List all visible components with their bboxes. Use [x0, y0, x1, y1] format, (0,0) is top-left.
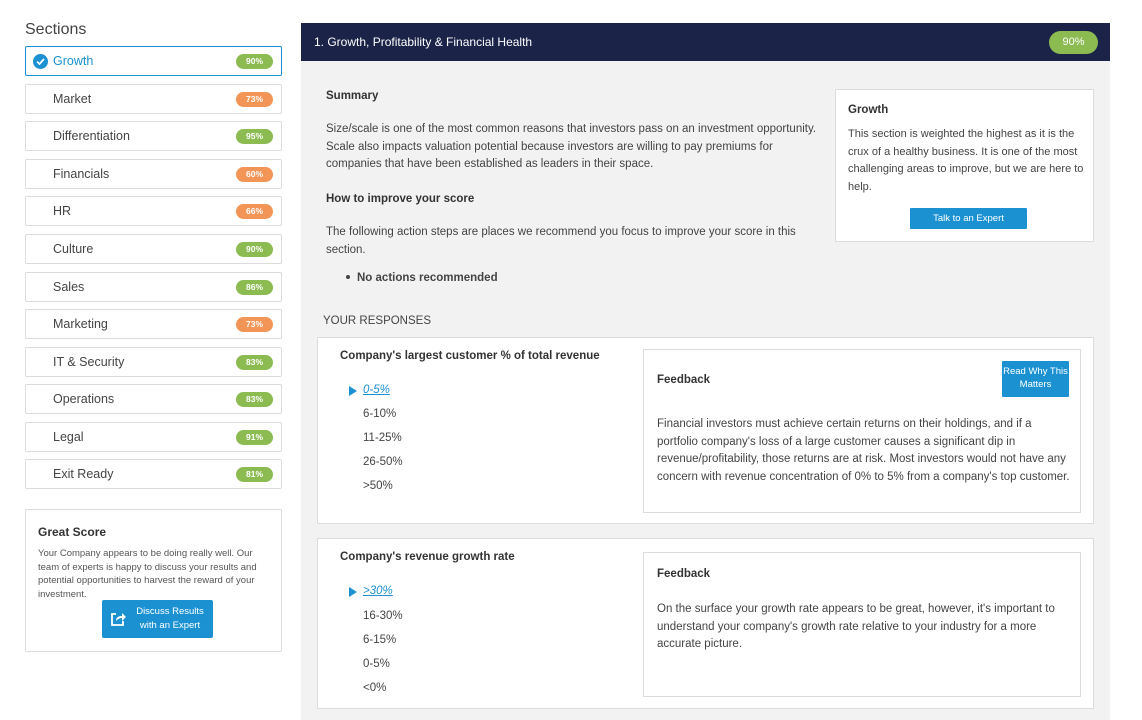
sidebar-item-label: Marketing: [53, 317, 108, 331]
response-option-selected[interactable]: 0-5%: [363, 384, 390, 396]
sidebar-item-label: Market: [53, 92, 92, 106]
score-badge: 60%: [236, 167, 273, 182]
score-badge: 83%: [236, 355, 273, 370]
sidebar-item-label: IT & Security: [53, 355, 125, 369]
feedback-text: On the surface your growth rate appears …: [657, 603, 1055, 650]
sidebar-item-label: HR: [53, 204, 72, 218]
response-card: Company's revenue growth rate >30% 16-30…: [317, 538, 1094, 709]
talk-to-expert-button[interactable]: Talk to an Expert: [910, 208, 1027, 229]
no-actions-item: No actions recommended: [346, 272, 498, 284]
question-title: Company's largest customer % of total re…: [340, 350, 600, 362]
sidebar-item-growth[interactable]: Growth 90%: [25, 46, 282, 76]
sidebar-item-culture[interactable]: Culture 90%: [25, 234, 282, 264]
section-detail-panel: 1. Growth, Profitability & Financial Hea…: [301, 23, 1110, 720]
summary-text: Size/scale is one of the most common rea…: [326, 123, 817, 170]
response-option: 6-10%: [363, 408, 397, 420]
great-score-text: Your Company appears to be doing really …: [38, 548, 257, 600]
section-title: 1. Growth, Profitability & Financial Hea…: [314, 35, 533, 49]
score-badge: 83%: [236, 392, 273, 407]
score-badge: 73%: [236, 317, 273, 332]
response-option: >50%: [363, 480, 393, 492]
bullet-icon: [346, 274, 350, 279]
score-badge: 90%: [236, 54, 273, 69]
growth-card-title: Growth: [848, 104, 889, 116]
discuss-results-label: Discuss Results with an Expert: [136, 606, 204, 631]
score-badge: 86%: [236, 280, 273, 295]
feedback-title: Feedback: [657, 374, 711, 386]
response-option: 11-25%: [363, 432, 402, 444]
question-title: Company's revenue growth rate: [340, 551, 515, 563]
score-badge: 81%: [236, 467, 273, 482]
sidebar-item-financials[interactable]: Financials 60%: [25, 159, 282, 189]
score-badge: 73%: [236, 92, 273, 107]
sidebar-item-market[interactable]: Market 73%: [25, 84, 282, 114]
response-option: 26-50%: [363, 456, 403, 468]
sidebar-item-it-security[interactable]: IT & Security 83%: [25, 347, 282, 377]
sidebar-item-legal[interactable]: Legal 91%: [25, 422, 282, 452]
growth-info-card: Growth This section is weighted the high…: [835, 89, 1094, 242]
feedback-title: Feedback: [657, 568, 711, 580]
feedback-box: Feedback On the surface your growth rate…: [643, 552, 1081, 697]
share-icon: [110, 611, 126, 632]
selected-arrow-icon: [349, 386, 357, 396]
check-circle-icon: [33, 54, 48, 69]
score-badge: 90%: [236, 242, 273, 257]
feedback-text: Financial investors must achieve certain…: [657, 418, 1070, 483]
sidebar-item-hr[interactable]: HR 66%: [25, 196, 282, 226]
great-score-panel: Great Score Your Company appears to be d…: [25, 509, 282, 652]
section-score-badge: 90%: [1049, 31, 1098, 54]
response-option: 0-5%: [363, 658, 390, 670]
sidebar-item-label: Exit Ready: [53, 467, 114, 481]
discuss-results-button[interactable]: Discuss Results with an Expert: [102, 600, 213, 638]
selected-arrow-icon: [349, 587, 357, 597]
response-option-selected[interactable]: >30%: [363, 585, 393, 597]
response-card: Company's largest customer % of total re…: [317, 337, 1094, 524]
great-score-title: Great Score: [38, 525, 107, 539]
no-actions-label: No actions recommended: [357, 272, 498, 284]
sections-title: Sections: [25, 21, 87, 38]
sidebar-item-label: Sales: [53, 280, 85, 294]
section-header: 1. Growth, Profitability & Financial Hea…: [301, 23, 1110, 61]
summary-heading: Summary: [326, 90, 379, 102]
sidebar-item-marketing[interactable]: Marketing 73%: [25, 309, 282, 339]
score-badge: 66%: [236, 204, 273, 219]
sidebar-item-label: Culture: [53, 242, 94, 256]
sidebar-item-label: Growth: [53, 54, 94, 68]
response-option: 16-30%: [363, 610, 403, 622]
sidebar-item-differentiation[interactable]: Differentiation 95%: [25, 121, 282, 151]
sidebar-item-operations[interactable]: Operations 83%: [25, 384, 282, 414]
sidebar-item-exit-ready[interactable]: Exit Ready 81%: [25, 459, 282, 489]
read-why-button[interactable]: Read Why This Matters: [1002, 361, 1069, 397]
response-option: 6-15%: [363, 634, 397, 646]
response-option: <0%: [363, 682, 387, 694]
improve-heading: How to improve your score: [326, 193, 475, 205]
score-badge: 95%: [236, 129, 273, 144]
responses-heading: YOUR RESPONSES: [323, 315, 431, 327]
feedback-box: Feedback Read Why This Matters Financial…: [643, 349, 1081, 513]
sidebar-item-label: Operations: [53, 392, 115, 406]
sidebar-item-label: Financials: [53, 167, 110, 181]
sidebar-item-label: Differentiation: [53, 129, 130, 143]
improve-text: The following action steps are places we…: [326, 226, 796, 256]
growth-card-text: This section is weighted the highest as …: [848, 128, 1084, 193]
sidebar-item-label: Legal: [53, 430, 84, 444]
score-badge: 91%: [236, 430, 273, 445]
sidebar-item-sales[interactable]: Sales 86%: [25, 272, 282, 302]
